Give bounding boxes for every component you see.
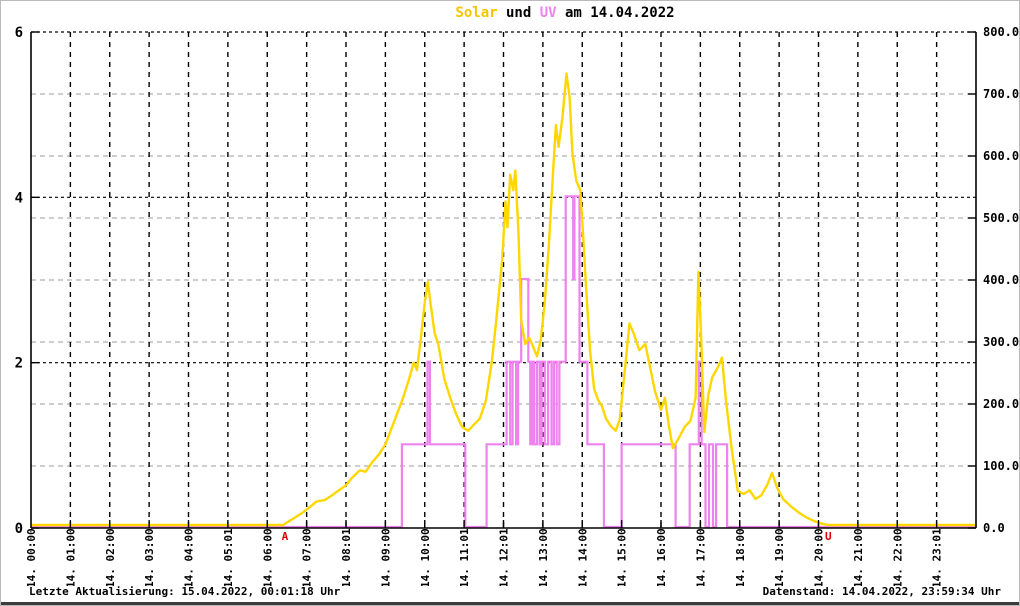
x-axis-tick-label: 14. 13:00 bbox=[537, 528, 550, 588]
x-axis-tick-label: 14. 10:00 bbox=[419, 528, 432, 588]
right-axis-tick-label: 300.0 bbox=[983, 335, 1019, 349]
title-part: UV bbox=[539, 5, 557, 21]
sunrise-marker: A bbox=[282, 530, 289, 543]
x-axis-tick-label: 14. 04:00 bbox=[183, 528, 196, 588]
x-axis-tick-label: 14. 08:01 bbox=[340, 528, 353, 588]
right-axis-tick-label: 400.0 bbox=[983, 273, 1019, 287]
right-axis-tick-label: 500.0 bbox=[983, 211, 1019, 225]
x-axis-tick-label: 14. 12:01 bbox=[498, 528, 511, 588]
sunset-marker: U bbox=[825, 530, 832, 543]
data-timestamp-text: Datenstand: 14.04.2022, 23:59:34 Uhr bbox=[762, 585, 1001, 598]
status-bar: Letzte Aktualisierung: 15.04.2022, 00:01… bbox=[1, 585, 1019, 605]
right-axis-tick-label: 600.0 bbox=[983, 149, 1019, 163]
left-axis-tick-label: 4 bbox=[15, 190, 23, 206]
x-axis-tick-label: 14. 14:00 bbox=[576, 528, 589, 588]
x-axis-tick-label: 14. 22:00 bbox=[891, 528, 904, 588]
x-axis-tick-label: 14. 09:00 bbox=[379, 528, 392, 588]
title-part: Solar bbox=[455, 5, 498, 21]
x-axis-tick-label: 14. 20:00 bbox=[813, 528, 826, 588]
left-axis-tick-label: 2 bbox=[15, 356, 23, 372]
title-part: und bbox=[497, 5, 540, 21]
left-axis-tick-label: 0 bbox=[15, 521, 23, 537]
right-axis-tick-label: 0.0 bbox=[983, 521, 1005, 535]
x-axis-tick-label: 14. 17:00 bbox=[694, 528, 707, 588]
x-axis-tick-label: 14. 21:00 bbox=[852, 528, 865, 588]
x-axis-tick-label: 14. 03:00 bbox=[143, 528, 156, 588]
chart-title: Solar und UV am 14.04.2022 bbox=[109, 5, 1019, 21]
x-axis-tick-label: 14. 11:01 bbox=[458, 528, 471, 588]
chart-page: 0 2 4 6 0.0 100.0 200.0 300.0 400.0 500.0 600.0 700… bbox=[0, 0, 1020, 606]
x-axis-tick-label: 14. 00:00 bbox=[25, 528, 38, 588]
x-axis-tick-label: 14. 07:00 bbox=[301, 528, 314, 588]
x-axis-tick-label: 14. 02:00 bbox=[104, 528, 117, 588]
title-part: am 14.04.2022 bbox=[556, 5, 675, 21]
x-axis-tick-label: 14. 06:00 bbox=[261, 528, 274, 588]
x-axis-tick-label: 14. 15:00 bbox=[616, 528, 629, 588]
right-axis-tick-label: 200.0 bbox=[983, 397, 1019, 411]
x-axis-tick-label: 14. 05:01 bbox=[222, 528, 235, 588]
x-axis-tick-label: 14. 18:00 bbox=[734, 528, 747, 588]
solar-series-line bbox=[31, 72, 976, 527]
x-axis-tick-label: 14. 19:00 bbox=[773, 528, 786, 588]
left-axis-tick-label: 6 bbox=[15, 25, 23, 41]
last-update-text: Letzte Aktualisierung: 15.04.2022, 00:01… bbox=[29, 585, 341, 598]
x-axis-tick-label: 14. 16:00 bbox=[655, 528, 668, 588]
x-axis-tick-label: 14. 01:00 bbox=[64, 528, 77, 588]
x-axis-tick-label: 14. 23:01 bbox=[931, 528, 944, 588]
right-axis-tick-label: 100.0 bbox=[983, 459, 1019, 473]
right-axis-tick-label: 800.0 bbox=[983, 25, 1019, 39]
solar-uv-chart: 0 2 4 6 0.0 100.0 200.0 300.0 400.0 500.0 600.0 700… bbox=[15, 25, 1019, 588]
right-axis-tick-label: 700.0 bbox=[983, 87, 1019, 101]
